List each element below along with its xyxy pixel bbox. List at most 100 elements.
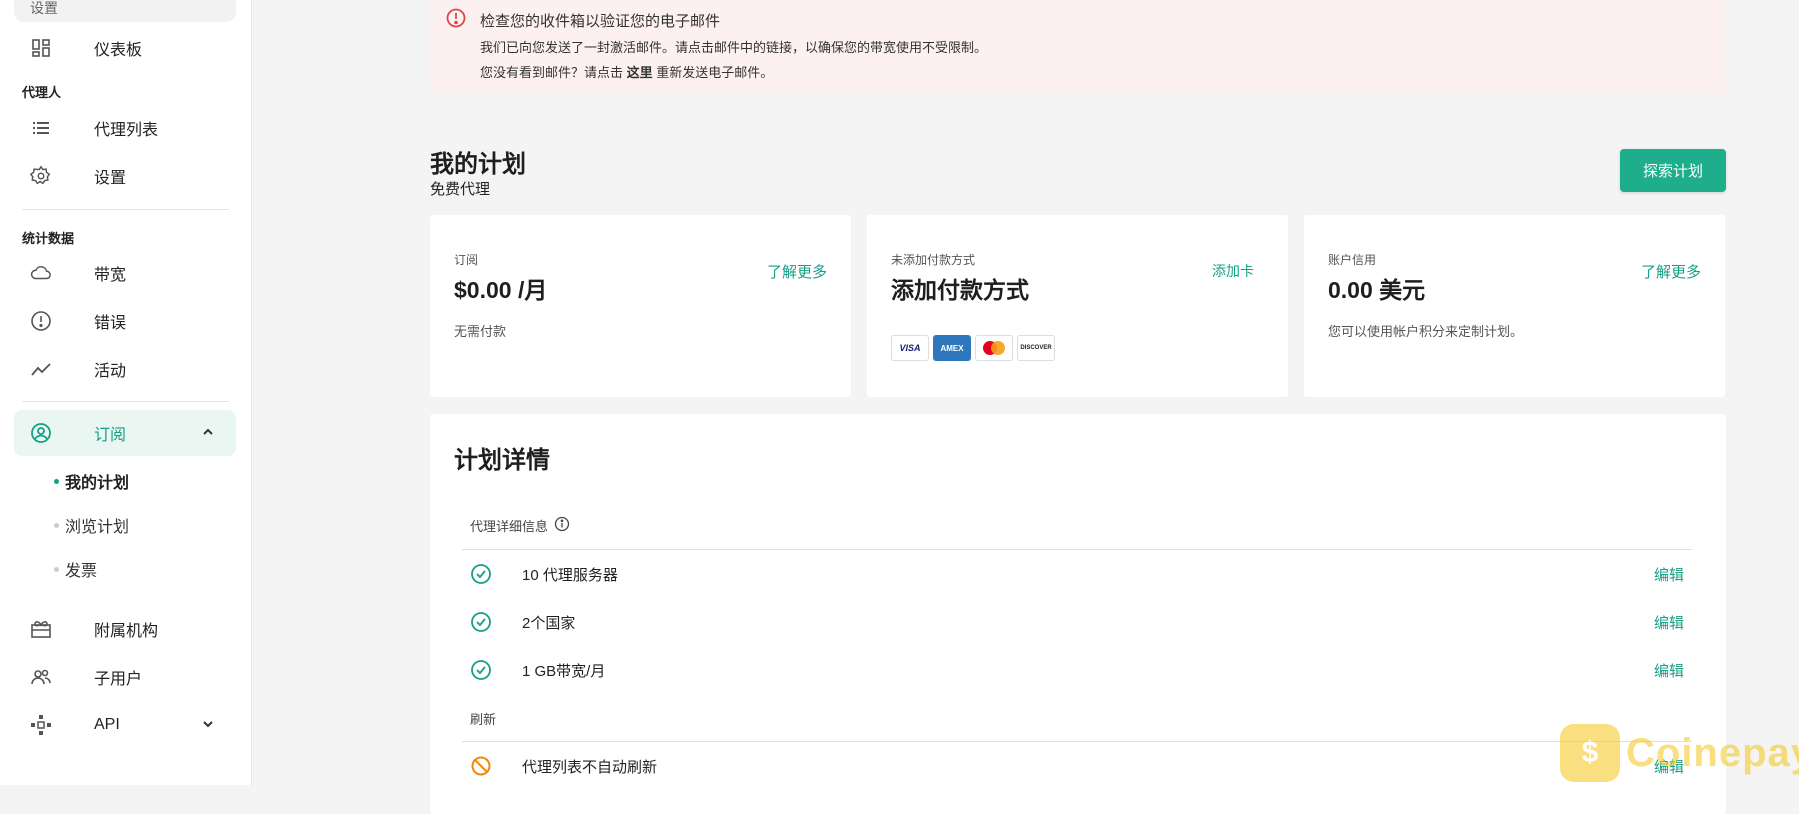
discover-icon: DISCOVER: [1017, 335, 1055, 361]
watermark-text: Coinepay: [1626, 730, 1799, 775]
visa-icon: VISA: [891, 335, 929, 361]
alert-message: 我们已向您发送了一封激活邮件。请点击邮件中的链接，以确保您的带宽使用不受限制。: [480, 40, 988, 55]
card-label: 订阅: [454, 253, 479, 267]
section-divider: [462, 549, 1692, 550]
alert-circle-icon: [30, 310, 52, 332]
sidebar-item-proxy-list[interactable]: 代理列表: [14, 105, 236, 151]
sidebar-subitem-invoices[interactable]: 发票: [54, 557, 97, 581]
detail-row-bandwidth: 1 GB带宽/月 编辑: [470, 654, 1692, 686]
sidebar-item-subscription[interactable]: 订阅: [14, 410, 236, 456]
bullet-dot: [54, 478, 59, 484]
api-icon: [30, 714, 52, 736]
sidebar-item-api[interactable]: API: [14, 702, 236, 748]
bullet-dot: [54, 566, 59, 572]
sidebar-item-errors[interactable]: 错误: [14, 298, 236, 344]
sidebar-divider: [22, 209, 229, 210]
payment-method-card: 未添加付款方式 添加付款方式 添加卡 VISA AMEX DISCOVER: [867, 215, 1288, 397]
sidebar-item-label: API: [94, 716, 120, 733]
sidebar-subitem-label: 浏览计划: [65, 519, 130, 536]
alert-title: 检查您的收件箱以验证您的电子邮件: [480, 13, 721, 30]
info-icon[interactable]: [554, 516, 570, 535]
sidebar-item-label: 子用户: [94, 671, 143, 688]
add-card-link[interactable]: 添加卡: [1212, 261, 1254, 281]
sidebar-item-label: 带宽: [94, 267, 127, 284]
sidebar-subitem-my-plan[interactable]: 我的计划: [54, 469, 129, 493]
edit-link[interactable]: 编辑: [1654, 660, 1684, 681]
sidebar-divider: [22, 401, 229, 402]
section-title: 计划详情: [454, 447, 550, 474]
sidebar-item-dashboard[interactable]: 仪表板: [14, 25, 236, 71]
edit-link[interactable]: 编辑: [1654, 612, 1684, 633]
card-note: 无需付款: [454, 324, 507, 339]
plan-name: 免费代理: [430, 181, 491, 198]
section-label: 代理详细信息: [470, 519, 549, 534]
sidebar-item-label: 设置: [94, 170, 127, 187]
trend-icon: [30, 358, 52, 380]
detail-row-refresh: 代理列表不自动刷新 编辑: [470, 750, 1692, 782]
card-label: 未添加付款方式: [891, 253, 976, 267]
ban-icon: [470, 755, 492, 777]
sidebar-item-settings[interactable]: 设置: [14, 153, 236, 199]
section-label-proxy: 代理人: [22, 85, 62, 100]
card-value: 0.00 美元: [1328, 277, 1426, 303]
payment-icons: VISA AMEX DISCOVER: [891, 335, 1055, 361]
detail-text: 1 GB带宽/月: [522, 662, 606, 680]
chevron-down-icon: [200, 716, 216, 732]
dashboard-icon: [30, 37, 52, 59]
money-bag-icon: $: [1560, 724, 1620, 782]
sidebar-item-label: 代理列表: [94, 122, 159, 139]
learn-more-link[interactable]: 了解更多: [1641, 261, 1701, 282]
check-circle-icon: [470, 659, 492, 681]
list-icon: [30, 117, 52, 139]
page-title: 我的计划: [430, 151, 526, 178]
sidebar-item-label: 活动: [94, 363, 127, 380]
card-value: 添加付款方式: [891, 277, 1029, 303]
resend-link[interactable]: 这里: [627, 65, 653, 80]
card-note: 您可以使用帐户积分来定制计划。: [1328, 324, 1524, 339]
sidebar-subitem-label: 我的计划: [65, 475, 130, 492]
email-verify-alert: 检查您的收件箱以验证您的电子邮件 我们已向您发送了一封激活邮件。请点击邮件中的链…: [430, 0, 1726, 94]
check-circle-icon: [470, 563, 492, 585]
sidebar: 设置 仪表板 代理人 代理列表 设置 统计数据 带宽 错误 活动 订阅 我的计划…: [0, 0, 252, 785]
account-credit-card: 账户信用 0.00 美元 您可以使用帐户积分来定制计划。 了解更多: [1304, 215, 1725, 397]
sidebar-subitem-browse-plans[interactable]: 浏览计划: [54, 513, 129, 537]
section-label: 刷新: [470, 712, 497, 727]
learn-more-link[interactable]: 了解更多: [767, 261, 827, 282]
check-circle-icon: [470, 611, 492, 633]
sidebar-item-sub-users[interactable]: 子用户: [14, 654, 236, 700]
sidebar-item-label: 订阅: [94, 427, 127, 444]
users-icon: [30, 666, 52, 688]
sidebar-item-bandwidth[interactable]: 带宽: [14, 250, 236, 296]
gear-icon: [30, 165, 52, 187]
cloud-icon: [30, 262, 52, 284]
sidebar-item-label: 设置: [30, 0, 58, 16]
sidebar-subitem-label: 发票: [65, 563, 98, 580]
bullet-dot: [54, 522, 59, 528]
gift-icon: [30, 618, 52, 640]
section-divider: [462, 741, 1692, 742]
amex-icon: AMEX: [933, 335, 971, 361]
watermark-logo: $ Coinepay: [1560, 724, 1799, 782]
proxy-details-header: 代理详细信息: [470, 516, 570, 535]
card-value: $0.00 /月: [454, 277, 548, 303]
detail-row-proxies: 10 代理服务器 编辑: [470, 558, 1692, 590]
detail-text: 10 代理服务器: [522, 566, 618, 584]
sidebar-item-activity[interactable]: 活动: [14, 346, 236, 392]
sidebar-item-label: 附属机构: [94, 623, 159, 640]
section-label-stats: 统计数据: [22, 231, 75, 246]
subscription-card: 订阅 $0.00 /月 无需付款 了解更多: [430, 215, 851, 397]
sidebar-item-affiliate[interactable]: 附属机构: [14, 606, 236, 652]
detail-text: 代理列表不自动刷新: [522, 758, 658, 776]
alert-circle-icon: [446, 8, 466, 28]
card-label: 账户信用: [1328, 253, 1377, 267]
edit-link[interactable]: 编辑: [1654, 564, 1684, 585]
chevron-up-icon: [200, 424, 216, 440]
sidebar-item-settings-top[interactable]: 设置: [14, 0, 236, 22]
explore-plans-button[interactable]: 探索计划: [1620, 149, 1726, 192]
sidebar-item-label: 错误: [94, 315, 127, 332]
plan-details-panel: 计划详情 代理详细信息 10 代理服务器 编辑 2个国家 编辑 1 GB带宽/月…: [430, 414, 1726, 814]
detail-text: 2个国家: [522, 614, 576, 632]
detail-row-countries: 2个国家 编辑: [470, 606, 1692, 638]
refresh-header: 刷新: [470, 709, 496, 728]
alert-resend-line: 您没有看到邮件？请点击 这里 重新发送电子邮件。: [480, 62, 773, 81]
